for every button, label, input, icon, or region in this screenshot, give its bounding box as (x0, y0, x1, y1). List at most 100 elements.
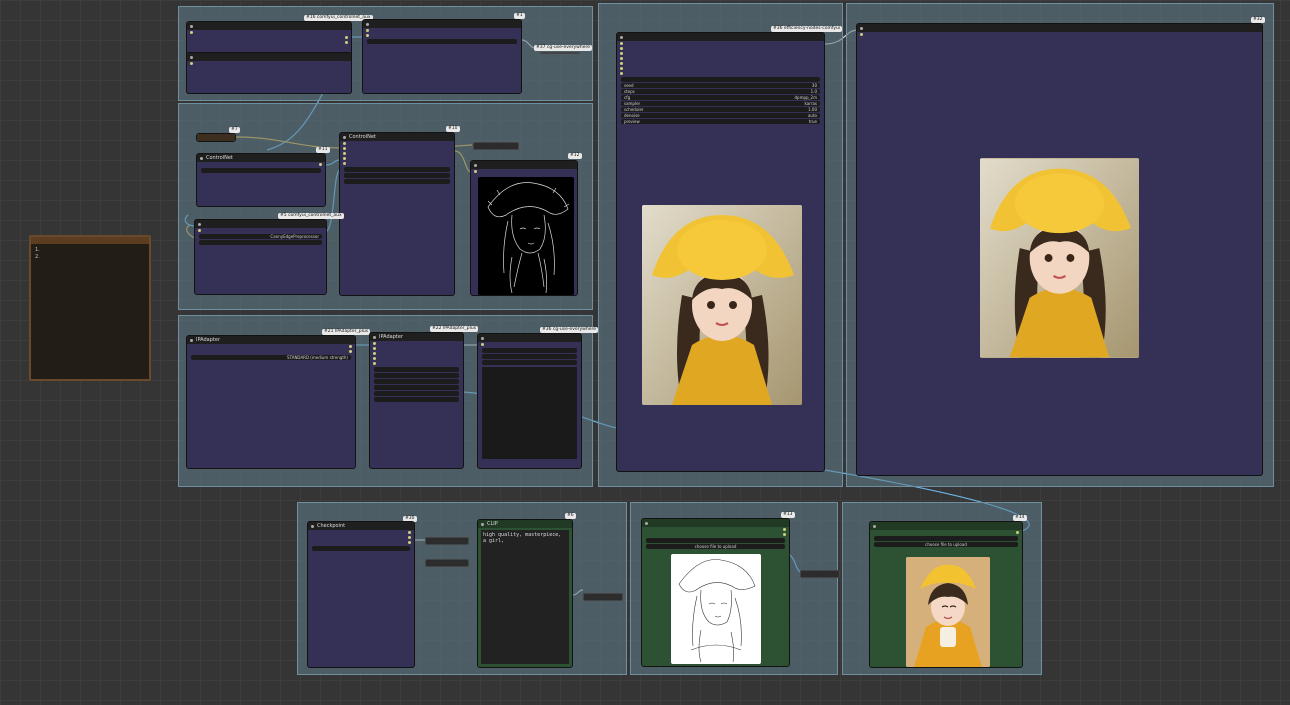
end-at-widget[interactable] (374, 391, 459, 396)
input-port[interactable] (190, 31, 193, 34)
input-port[interactable] (620, 57, 623, 60)
input-port[interactable] (366, 34, 369, 37)
ksampler-field-widget[interactable]: sampler karras (621, 101, 820, 106)
input-port[interactable] (620, 62, 623, 65)
input-port[interactable] (373, 352, 376, 355)
get-node-mini[interactable] (800, 570, 840, 578)
node-dot-icon (873, 524, 876, 528)
upload-button[interactable]: choose file to upload (646, 544, 785, 549)
node-tag: #37 cg-use-everywhere (534, 45, 593, 51)
regex-widget[interactable] (482, 354, 577, 359)
start-at-widget[interactable] (374, 385, 459, 390)
output-port[interactable] (408, 541, 411, 544)
input-port[interactable] (343, 147, 346, 150)
get-node-mini[interactable] (540, 52, 580, 54)
output-port[interactable] (783, 533, 786, 536)
image-file-widget[interactable] (874, 536, 1018, 541)
reference-girl-image (906, 557, 990, 667)
get-node-mini[interactable] (473, 142, 519, 150)
input-port[interactable] (198, 229, 201, 232)
output-port[interactable] (408, 531, 411, 534)
output-port[interactable] (319, 163, 322, 166)
ksampler-field-widget[interactable]: cfg dpmpp_2m (621, 95, 820, 100)
resolution-widget[interactable] (199, 240, 322, 245)
ksampler-field-widget[interactable]: seed 30 (621, 83, 820, 88)
ksampler-field-widget[interactable]: preview true (621, 119, 820, 124)
get-node-mini[interactable] (583, 593, 623, 601)
save-image-node[interactable] (856, 23, 1263, 476)
aux-preprocessor-node[interactable]: CannyEdgePreprocessor (194, 219, 327, 295)
input-port[interactable] (620, 72, 623, 75)
input-port[interactable] (620, 67, 623, 70)
input-port[interactable] (860, 33, 863, 36)
output-port[interactable] (345, 36, 348, 39)
weight-type-widget[interactable] (374, 373, 459, 378)
note-title (31, 237, 149, 244)
preprocessor-widget[interactable]: CannyEdgePreprocessor (199, 234, 322, 239)
input-port[interactable] (373, 342, 376, 345)
node-tag: #1 (514, 13, 525, 19)
input-port[interactable] (620, 47, 623, 50)
input-port[interactable] (481, 343, 484, 346)
pipe-node[interactable] (362, 19, 522, 94)
clip-text-small-node[interactable] (196, 133, 236, 142)
ksampler-node[interactable]: seed 30 steps 1.0 cfg dpmpp_2m sampler karras sc… (616, 32, 825, 472)
input-port[interactable] (620, 52, 623, 55)
regex-widget[interactable] (482, 360, 577, 365)
output-port[interactable] (1016, 531, 1019, 534)
input-port[interactable] (373, 362, 376, 365)
ksampler-field-value: true (808, 119, 817, 124)
combine-widget[interactable] (374, 379, 459, 384)
output-port[interactable] (783, 528, 786, 531)
ksampler-field-widget[interactable]: steps 1.0 (621, 89, 820, 94)
control-after-generate-widget[interactable] (621, 77, 820, 82)
upload-button[interactable]: choose file to upload (874, 542, 1018, 547)
ksampler-field-widget[interactable]: denoise auto (621, 113, 820, 118)
end-widget[interactable] (344, 179, 450, 184)
prompt-text-area[interactable]: high quality, masterpiece, a girl, (481, 530, 569, 664)
input-port[interactable] (343, 162, 346, 165)
regex-widget[interactable] (482, 348, 577, 353)
image-size-node[interactable] (186, 52, 352, 94)
log-text-area[interactable] (482, 367, 577, 459)
load-image-reference-node[interactable]: choose file to upload (869, 521, 1023, 668)
controlnet-model-widget[interactable] (201, 168, 321, 173)
output-port[interactable] (349, 350, 352, 353)
output-port[interactable] (349, 345, 352, 348)
input-port[interactable] (373, 357, 376, 360)
ksampler-field-widget[interactable]: scheduler 1.00 (621, 107, 820, 112)
input-port[interactable] (190, 62, 193, 65)
weight-widget[interactable] (374, 367, 459, 372)
input-port[interactable] (343, 157, 346, 160)
upload-button-label: choose file to upload (694, 544, 737, 549)
ipadapter-apply-node[interactable]: IPAdapter (369, 332, 464, 469)
load-image-lineart-node[interactable]: choose file to upload (641, 518, 790, 667)
ipadapter-loader-node[interactable]: IPAdapter STANDARD (medium strength) (186, 335, 356, 469)
input-port[interactable] (474, 170, 477, 173)
input-port[interactable] (373, 347, 376, 350)
input-port[interactable] (343, 152, 346, 155)
input-port[interactable] (343, 142, 346, 145)
edge-image (478, 177, 574, 295)
get-node-mini[interactable] (425, 559, 469, 567)
controlnet-loader-node[interactable]: ControlNet (196, 153, 326, 207)
input-port[interactable] (366, 29, 369, 32)
clip-text-encode-node[interactable]: CLIP high quality, masterpiece, a girl, (477, 519, 573, 668)
get-node-mini[interactable] (425, 537, 469, 545)
checkpoint-loader-node[interactable]: Checkpoint (307, 521, 415, 668)
edge-preview-node[interactable] (470, 160, 578, 296)
embeds-widget[interactable] (374, 397, 459, 402)
pipe-widget[interactable] (367, 39, 517, 44)
anything-everywhere-node[interactable] (477, 333, 582, 469)
ksampler-field-value: karras (804, 101, 817, 106)
controlnet-apply-node[interactable]: ControlNet (339, 132, 455, 296)
input-port[interactable] (620, 42, 623, 45)
image-file-widget[interactable] (646, 538, 785, 543)
output-port[interactable] (345, 41, 348, 44)
output-port[interactable] (408, 536, 411, 539)
start-widget[interactable] (344, 173, 450, 178)
ckpt-name-widget[interactable] (312, 546, 410, 551)
note-node[interactable]: 1. 2. (29, 235, 151, 381)
preset-widget[interactable]: STANDARD (medium strength) (191, 355, 351, 360)
strength-widget[interactable] (344, 167, 450, 172)
